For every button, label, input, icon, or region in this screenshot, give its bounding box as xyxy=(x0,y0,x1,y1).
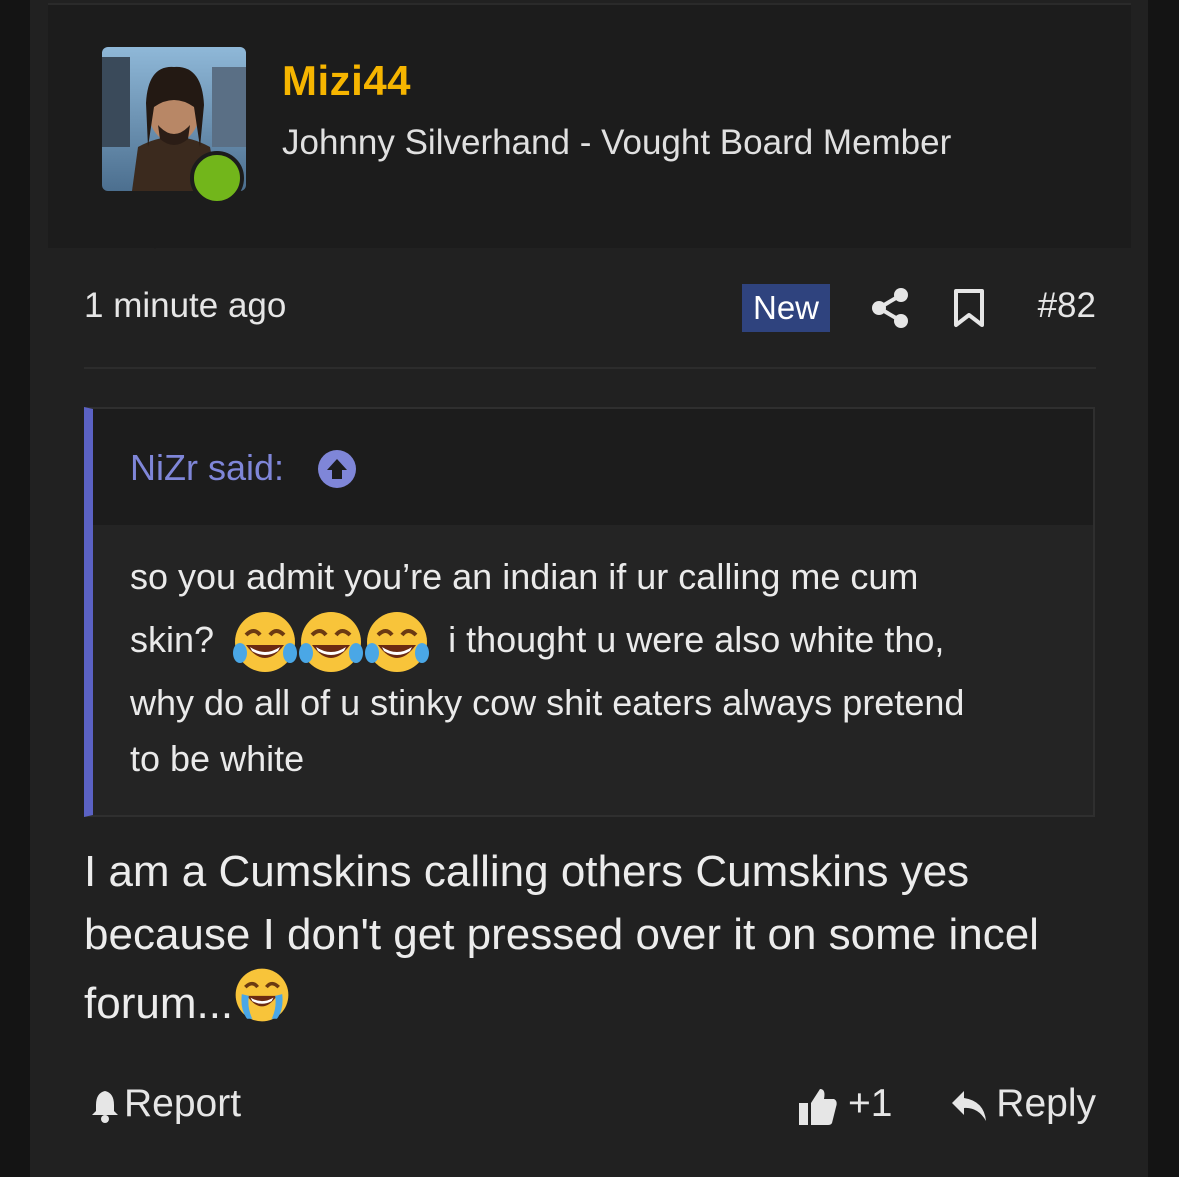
post-body-line: because I don't get pressed over it on s… xyxy=(84,910,1039,959)
loudly-crying-emoji-icon xyxy=(235,968,289,1022)
user-block: Mizi44 Johnny Silverhand - Vought Board … xyxy=(48,3,1131,249)
bookmark-icon[interactable] xyxy=(952,288,986,328)
like-count: +1 xyxy=(848,1082,893,1125)
reply-arrow-icon xyxy=(952,1090,987,1121)
laughing-crying-emoji-icon xyxy=(233,612,298,673)
laughing-crying-emoji-icon xyxy=(299,612,364,673)
post-time[interactable]: 1 minute ago xyxy=(84,286,286,326)
post-number[interactable]: #82 xyxy=(1038,286,1096,326)
reply-button[interactable]: Reply xyxy=(950,1082,1096,1126)
post-container: Mizi44 Johnny Silverhand - Vought Board … xyxy=(30,0,1148,1177)
username[interactable]: Mizi44 xyxy=(282,57,411,105)
new-badge: New xyxy=(742,284,830,332)
report-label: Report xyxy=(124,1082,242,1125)
user-block-arrow xyxy=(123,217,187,249)
post-body: I am a Cumskins calling others Cumskins … xyxy=(84,840,1104,1035)
quote-line: so you admit you’re an indian if ur call… xyxy=(130,556,919,597)
share-icon[interactable] xyxy=(870,286,910,330)
post-actions: Report +1 Reply xyxy=(84,1080,1096,1136)
post-meta: 1 minute ago New #82 xyxy=(84,280,1096,340)
quote-header: NiZr said: xyxy=(93,409,1093,525)
quote-line-text: i thought u were also white tho, xyxy=(448,619,945,660)
quote-body: so you admit you’re an indian if ur call… xyxy=(130,549,1060,787)
user-title: Johnny Silverhand - Vought Board Member xyxy=(282,123,952,162)
quote-line: to be white xyxy=(130,738,305,779)
post-body-text: forum... xyxy=(84,979,234,1028)
like-button[interactable]: +1 xyxy=(798,1082,892,1127)
quote-line: skin? i thought u were also white tho, xyxy=(130,605,1060,675)
online-status-indicator xyxy=(190,151,244,205)
reply-label: Reply xyxy=(996,1082,1096,1125)
laughing-crying-emoji-icon xyxy=(365,612,430,673)
post-body-line: I am a Cumskins calling others Cumskins … xyxy=(84,847,970,896)
post-body-line: forum... xyxy=(84,966,1104,1035)
arrow-up-circle-icon[interactable] xyxy=(317,449,357,489)
quote-line-text: skin? xyxy=(130,619,215,660)
thumbs-up-icon xyxy=(799,1088,837,1125)
quote-line: why do all of u stinky cow shit eaters a… xyxy=(130,682,965,723)
meta-divider xyxy=(84,367,1096,369)
report-button[interactable]: Report xyxy=(90,1082,241,1126)
bell-icon xyxy=(92,1090,118,1123)
quote-author[interactable]: NiZr said: xyxy=(130,447,284,489)
quote-block: NiZr said: so you admit you’re an indian… xyxy=(84,407,1095,817)
